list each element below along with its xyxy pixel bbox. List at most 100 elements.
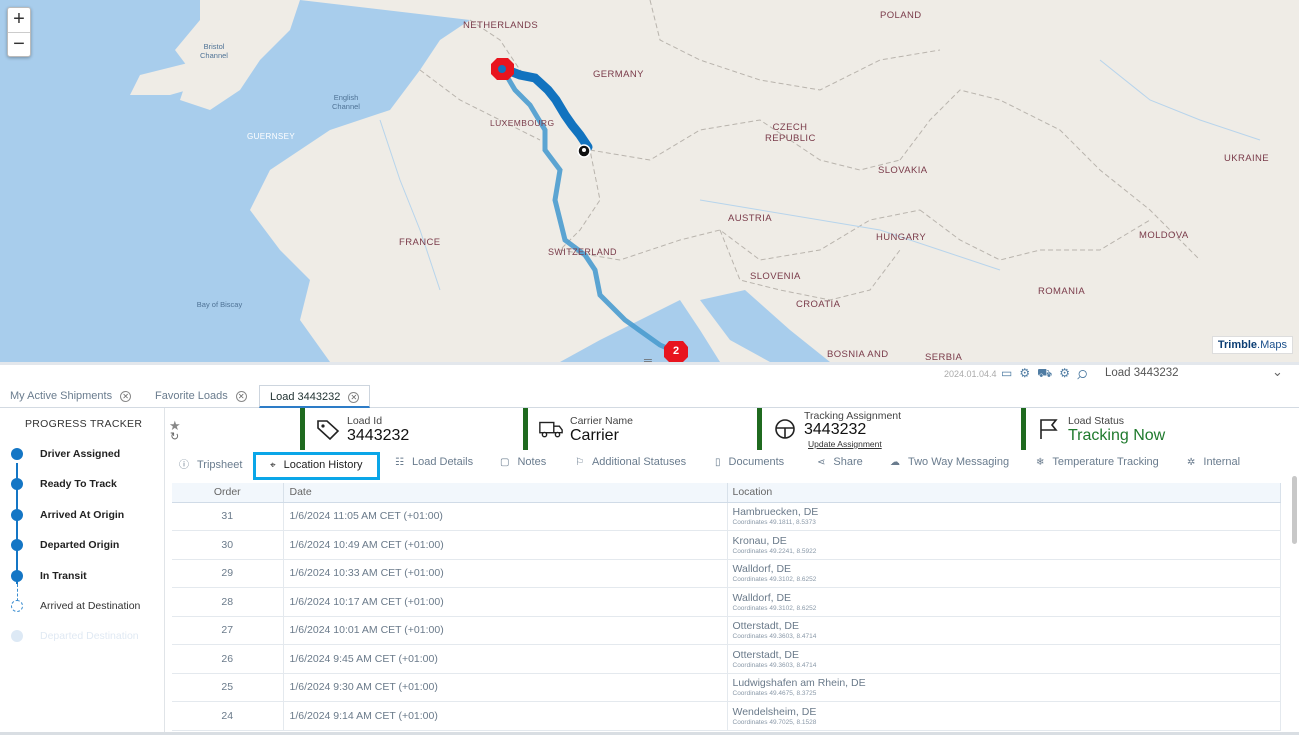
table-row[interactable]: 26 1/6/2024 9:45 AM CET (+01:00) Otterst… — [172, 644, 1281, 674]
chat-icon: ☁ — [890, 457, 900, 468]
zoom-search-icon[interactable]: ⌕ — [1077, 366, 1094, 380]
progress-tracker: PROGRESS TRACKER Driver Assigned Ready T… — [0, 408, 165, 735]
tab-load-details[interactable]: ☷ Load Details — [395, 456, 473, 468]
cluster-count: 2 — [673, 345, 680, 357]
tracking-assignment-box: Tracking Assignment 3443232 Update Assig… — [757, 408, 1017, 450]
step-done-icon — [11, 509, 23, 521]
info-icon: ⓘ — [179, 460, 189, 471]
location-history-table: Order Date Location 31 1/6/2024 11:05 AM… — [172, 483, 1281, 735]
column-header-order[interactable]: Order — [172, 483, 284, 503]
tag-icon — [317, 420, 340, 440]
tab-temperature-tracking[interactable]: ❄ Temperature Tracking — [1036, 456, 1159, 468]
map-label: SERBIA — [925, 352, 963, 362]
step-done-icon — [11, 448, 23, 460]
map-label: FRANCE — [399, 237, 441, 248]
load-tabs: My Active Shipments ✕ Favorite Loads ✕ Loa… — [0, 385, 1299, 408]
table-row[interactable]: 31 1/6/2024 11:05 AM CET (+01:00) Hambru… — [172, 502, 1281, 531]
tab-location-history[interactable]: ⌖ Location History — [253, 452, 380, 480]
load-selector[interactable]: Load 3443232 — [1105, 367, 1179, 379]
tracker-step: In Transit — [0, 567, 165, 587]
step-done-icon — [11, 478, 23, 490]
map-label: GUERNSEY — [247, 132, 296, 141]
update-assignment-link[interactable]: Update Assignment — [808, 439, 882, 449]
share-icon: ⋖ — [817, 457, 826, 468]
table-row[interactable]: 25 1/6/2024 9:30 AM CET (+01:00) Ludwigs… — [172, 673, 1281, 702]
table-row[interactable]: 27 1/6/2024 10:01 AM CET (+01:00) Otters… — [172, 616, 1281, 645]
close-icon[interactable]: ✕ — [348, 391, 360, 403]
tab-documents[interactable]: ▯ Documents — [715, 456, 784, 468]
map-icon[interactable]: ▭ — [1001, 366, 1019, 380]
tab-internal[interactable]: ✲ Internal — [1187, 456, 1240, 468]
load-id-box: Load Id 3443232 — [300, 408, 520, 450]
close-icon[interactable]: ✕ — [120, 390, 132, 402]
zoom-control: + − — [7, 7, 31, 57]
tab-two-way-messaging[interactable]: ☁ Two Way Messaging — [890, 456, 1009, 468]
load-status-box: Load Status Tracking Now — [1021, 408, 1291, 450]
tracker-title: PROGRESS TRACKER — [25, 418, 143, 430]
map-sea-label: Bay of Biscay — [196, 300, 243, 309]
map-label: SLOVENIA — [750, 271, 801, 282]
map-label: POLAND — [880, 10, 922, 21]
tracker-step: Driver Assigned — [0, 445, 165, 465]
map-sea-label: English Channel — [332, 93, 360, 111]
load-detail-tabs: ⓘ Tripsheet ⌖ Location History ☷ Load Detai… — [165, 452, 1299, 480]
flag-icon — [1040, 419, 1058, 439]
map-view[interactable]: + − NETHERLANDS POLAND GERMANY LUXEMBOUR… — [0, 0, 1299, 362]
bug-icon: ✲ — [1187, 457, 1196, 468]
zoom-out-button[interactable]: − — [8, 32, 30, 56]
app-version: 2024.01.04.4 — [944, 369, 997, 379]
step-future-icon — [11, 630, 23, 642]
table-scrollbar[interactable] — [1292, 476, 1297, 544]
table-row[interactable]: 28 1/6/2024 10:17 AM CET (+01:00) Walldo… — [172, 587, 1281, 617]
truck-icon[interactable]: ⛟ — [1037, 366, 1059, 380]
chevron-down-icon[interactable]: ⌄ — [1272, 364, 1283, 380]
tab-favorite-loads[interactable]: Favorite Loads ✕ — [145, 385, 257, 408]
tab-notes[interactable]: ▢ Notes — [500, 456, 546, 468]
gear-cluster-icon[interactable]: ⚙ — [1019, 366, 1037, 380]
table-row[interactable]: 30 1/6/2024 10:49 AM CET (+01:00) Kronau… — [172, 530, 1281, 560]
map-sea-label: Bristol Channel — [200, 42, 228, 60]
map-label: NETHERLANDS — [463, 20, 539, 31]
tab-my-active-shipments[interactable]: My Active Shipments ✕ — [0, 385, 141, 408]
document-icon: ▯ — [715, 457, 721, 468]
steering-wheel-icon — [775, 419, 795, 439]
map-label: CROATIA — [796, 299, 841, 310]
map-label: BOSNIA AND — [827, 349, 889, 360]
column-header-date[interactable]: Date — [283, 483, 728, 503]
map-label: HUNGARY — [876, 232, 927, 243]
tracker-step: Departed Origin — [0, 536, 165, 556]
tab-additional-statuses[interactable]: ⚐ Additional Statuses — [575, 456, 686, 468]
britain-land — [175, 0, 300, 110]
map-label: SLOVAKIA — [878, 165, 928, 176]
tab-tripsheet[interactable]: ⓘ Tripsheet — [179, 456, 242, 471]
zoom-in-button[interactable]: + — [8, 8, 30, 32]
table-row[interactable]: 24 1/6/2024 9:14 AM CET (+01:00) Wendels… — [172, 701, 1281, 731]
note-icon: ▢ — [500, 457, 510, 468]
thermometer-icon: ❄ — [1036, 457, 1045, 468]
refresh-icon[interactable]: ↻ — [170, 430, 179, 443]
column-header-location[interactable]: Location — [727, 483, 1281, 503]
step-pending-icon — [11, 600, 23, 612]
tab-load-3443232[interactable]: Load 3443232 ✕ — [259, 385, 371, 408]
tracker-step: Departed Destination — [0, 627, 165, 647]
settings-icon[interactable]: ⚙ — [1059, 366, 1077, 380]
step-done-icon — [11, 570, 23, 582]
close-icon[interactable]: ✕ — [235, 390, 247, 402]
carrier-box: Carrier Name Carrier — [523, 408, 753, 450]
flag-icon: ⚐ — [575, 457, 584, 468]
map-label: SWITZERLAND — [548, 247, 617, 257]
table-row[interactable]: 29 1/6/2024 10:33 AM CET (+01:00) Walldo… — [172, 559, 1281, 588]
details-icon: ☷ — [395, 457, 404, 468]
tab-share[interactable]: ⋖ Share — [817, 456, 863, 468]
continent-land — [250, 0, 1299, 362]
tracker-step: Ready To Track — [0, 475, 165, 495]
map-label: AUSTRIA — [728, 213, 772, 224]
map-label: MOLDOVA — [1139, 230, 1189, 241]
map-label: LUXEMBOURG — [490, 118, 555, 128]
target-icon: ⌖ — [270, 460, 276, 471]
step-done-icon — [11, 539, 23, 551]
tracker-step: Arrived At Origin — [0, 506, 165, 526]
trimble-maps-logo: Trimble.Maps — [1211, 336, 1293, 354]
map-label: GERMANY — [593, 69, 644, 80]
tracker-step: Arrived at Destination — [0, 597, 165, 617]
